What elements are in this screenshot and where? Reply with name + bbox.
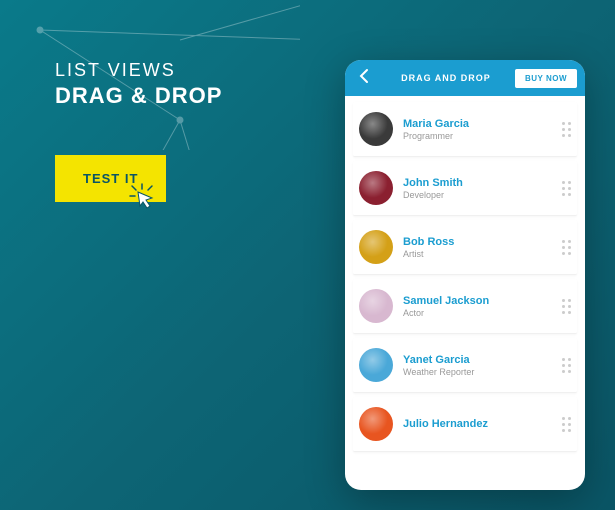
drag-handle-icon[interactable] <box>562 240 571 255</box>
drag-handle-icon[interactable] <box>562 358 571 373</box>
phone-mockup: DRAG AND DROP BUY NOW Maria Garcia Progr… <box>345 60 585 490</box>
promo-subtitle: LIST VIEWS <box>55 60 222 81</box>
person-info: Julio Hernandez <box>403 418 552 431</box>
person-name: Bob Ross <box>403 236 552 248</box>
promo-title: DRAG & DROP <box>55 83 222 109</box>
buy-now-button[interactable]: BUY NOW <box>515 69 577 88</box>
drag-handle-icon[interactable] <box>562 299 571 314</box>
avatar <box>359 289 393 323</box>
list-item[interactable]: Bob Ross Artist <box>353 220 577 275</box>
person-info: John Smith Developer <box>403 177 552 200</box>
app-bar: DRAG AND DROP BUY NOW <box>345 60 585 96</box>
person-info: Maria Garcia Programmer <box>403 118 552 141</box>
list-item[interactable]: Maria Garcia Programmer <box>353 102 577 157</box>
cursor-click-icon <box>128 182 156 210</box>
drag-handle-icon[interactable] <box>562 181 571 196</box>
list-item[interactable]: Yanet Garcia Weather Reporter <box>353 338 577 393</box>
list-item[interactable]: Julio Hernandez <box>353 397 577 452</box>
person-name: Maria Garcia <box>403 118 552 130</box>
person-info: Bob Ross Artist <box>403 236 552 259</box>
avatar <box>359 230 393 264</box>
person-info: Samuel Jackson Actor <box>403 295 552 318</box>
avatar <box>359 112 393 146</box>
person-role: Developer <box>403 190 552 200</box>
avatar <box>359 407 393 441</box>
list-item[interactable]: John Smith Developer <box>353 161 577 216</box>
person-role: Actor <box>403 308 552 318</box>
list-item[interactable]: Samuel Jackson Actor <box>353 279 577 334</box>
person-name: John Smith <box>403 177 552 189</box>
person-info: Yanet Garcia Weather Reporter <box>403 354 552 377</box>
person-name: Samuel Jackson <box>403 295 552 307</box>
people-list: Maria Garcia Programmer John Smith Devel… <box>345 96 585 462</box>
back-arrow-icon[interactable] <box>353 64 377 93</box>
avatar <box>359 171 393 205</box>
person-name: Julio Hernandez <box>403 418 552 430</box>
person-role: Programmer <box>403 131 552 141</box>
person-name: Yanet Garcia <box>403 354 552 366</box>
drag-handle-icon[interactable] <box>562 122 571 137</box>
person-role: Weather Reporter <box>403 367 552 377</box>
avatar <box>359 348 393 382</box>
person-role: Artist <box>403 249 552 259</box>
drag-handle-icon[interactable] <box>562 417 571 432</box>
screen-title: DRAG AND DROP <box>385 73 507 83</box>
